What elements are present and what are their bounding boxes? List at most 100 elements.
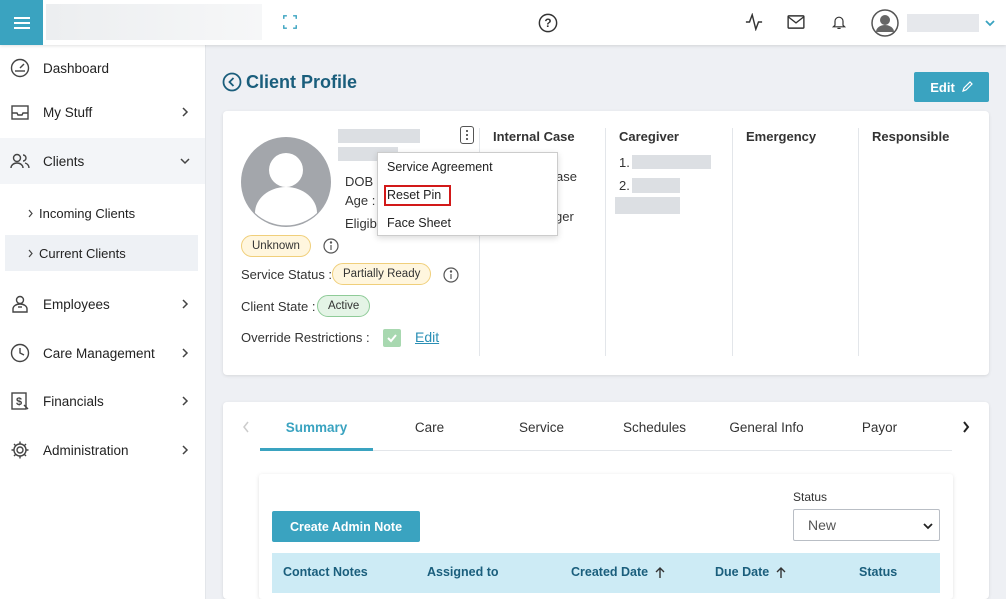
profile-options-menu: Service Agreement Reset Pin Face Sheet (377, 152, 558, 236)
column-contact-notes[interactable]: Contact Notes (283, 565, 368, 579)
expand-icon[interactable] (281, 13, 299, 31)
sidebar-item-dashboard[interactable]: Dashboard (0, 45, 205, 91)
hamburger-icon (13, 16, 30, 29)
sidebar-item-clients[interactable]: Clients (0, 138, 205, 184)
service-status-badge: Partially Ready (332, 263, 432, 285)
user-menu[interactable] (871, 8, 996, 38)
sidebar-item-care-management[interactable]: Care Management (0, 330, 205, 376)
user-avatar-icon (871, 9, 899, 37)
more-options-button[interactable] (460, 126, 474, 144)
sort-up-icon (776, 566, 786, 578)
bell-icon[interactable] (829, 12, 849, 32)
responsible-header: Responsible (872, 129, 950, 144)
sidebar-item-label: Financials (43, 393, 104, 409)
dollar-icon: $ (11, 392, 29, 410)
sidebar-item-my-stuff[interactable]: My Stuff (0, 89, 205, 135)
company-logo (46, 4, 262, 40)
chevron-right-icon (182, 396, 189, 406)
tab-payor[interactable]: Payor (823, 420, 936, 435)
chevron-right-icon (182, 348, 189, 358)
chevron-right-icon (28, 249, 33, 257)
tab-care[interactable]: Care (373, 420, 486, 435)
sidebar-item-label: Employees (43, 296, 110, 312)
caregiver-2-detail (615, 197, 680, 214)
divider (732, 128, 733, 356)
create-admin-note-button[interactable]: Create Admin Note (272, 511, 420, 542)
column-due-date[interactable]: Due Date (715, 565, 787, 579)
chevron-down-icon (180, 158, 190, 165)
page-title-text: Client Profile (246, 71, 358, 92)
menu-item-reset-pin[interactable]: Reset Pin (383, 185, 452, 206)
gear-icon (11, 441, 29, 459)
override-restrictions-label: Override Restrictions : (241, 330, 370, 345)
client-state-label: Client State : (241, 299, 316, 314)
caregiver-1-name (632, 155, 711, 169)
sidebar-item-administration[interactable]: Administration (0, 427, 205, 473)
sidebar-item-label: Administration (43, 442, 129, 458)
override-restrictions-checkbox[interactable] (383, 329, 401, 347)
admin-notes-table-header: Contact Notes Assigned to Created Date D… (272, 553, 940, 593)
chevron-right-icon (182, 299, 189, 309)
chevron-right-icon (182, 445, 189, 455)
back-arrow-icon[interactable] (222, 72, 242, 92)
user-name (907, 14, 979, 32)
sidebar-subitem-label: Current Clients (39, 245, 126, 261)
eligibility-label: Eligibi (345, 216, 380, 231)
chevron-down-icon (923, 523, 933, 530)
tab-summary[interactable]: Summary (260, 420, 373, 435)
top-bar: ? (0, 0, 1006, 45)
tab-schedules[interactable]: Schedules (598, 420, 711, 435)
menu-item-service-agreement[interactable]: Service Agreement (387, 160, 493, 174)
sidebar-item-label: Clients (43, 153, 85, 169)
tab-prev-icon[interactable] (241, 420, 251, 434)
age-label: Age : (345, 193, 376, 208)
active-tab-indicator (260, 448, 373, 451)
help-icon[interactable]: ? (537, 12, 559, 34)
activity-icon[interactable] (744, 12, 764, 32)
emergency-header: Emergency (746, 129, 817, 144)
menu-item-face-sheet[interactable]: Face Sheet (387, 216, 451, 230)
internal-case-partial: ase (556, 169, 577, 184)
sidebar-subitem-label: Incoming Clients (39, 205, 136, 221)
column-label: Created Date (571, 565, 649, 579)
tab-general-info[interactable]: General Info (710, 420, 823, 435)
sidebar-item-label: My Stuff (43, 104, 93, 120)
svg-text:$: $ (16, 396, 22, 408)
sort-up-icon (655, 566, 665, 578)
column-label: Status (859, 565, 898, 579)
column-assigned-to[interactable]: Assigned to (427, 565, 499, 579)
override-edit-link[interactable]: Edit (415, 329, 439, 345)
sidebar-item-financials[interactable]: $ Financials (0, 378, 205, 424)
svg-text:?: ? (544, 16, 551, 30)
divider (605, 128, 606, 356)
column-label: Assigned to (427, 565, 499, 579)
column-status[interactable]: Status (859, 565, 897, 579)
service-status-label: Service Status : (241, 267, 333, 282)
client-avatar (241, 137, 331, 227)
sidebar-item-employees[interactable]: Employees (0, 281, 205, 327)
tab-service[interactable]: Service (485, 420, 598, 435)
chevron-right-icon (28, 209, 33, 217)
tab-next-icon[interactable] (961, 420, 971, 434)
column-label: Due Date (715, 565, 770, 579)
info-icon[interactable] (443, 267, 459, 283)
employee-icon (12, 295, 28, 313)
status-filter-select[interactable]: New (793, 509, 940, 541)
chevron-down-icon (985, 20, 995, 27)
client-details-tabs-card: Summary Care Service Schedules General I… (223, 402, 989, 599)
divider (858, 128, 859, 356)
unknown-badge: Unknown (241, 235, 311, 257)
caregiver-1-number: 1. (619, 155, 630, 170)
dob-label: DOB : (345, 174, 381, 189)
sidebar-subitem-current-clients[interactable]: Current Clients (5, 235, 198, 271)
sidebar-subitem-incoming-clients[interactable]: Incoming Clients (5, 195, 198, 231)
hamburger-menu-button[interactable] (0, 0, 43, 45)
column-created-date[interactable]: Created Date (571, 565, 666, 579)
edit-profile-button[interactable]: Edit (914, 72, 989, 102)
caregiver-2-number: 2. (619, 178, 630, 193)
client-name (338, 129, 420, 143)
info-icon[interactable] (323, 238, 339, 254)
sidebar-item-label: Dashboard (43, 60, 110, 76)
mail-icon[interactable] (786, 13, 806, 31)
caregiver-2-name (632, 178, 680, 193)
